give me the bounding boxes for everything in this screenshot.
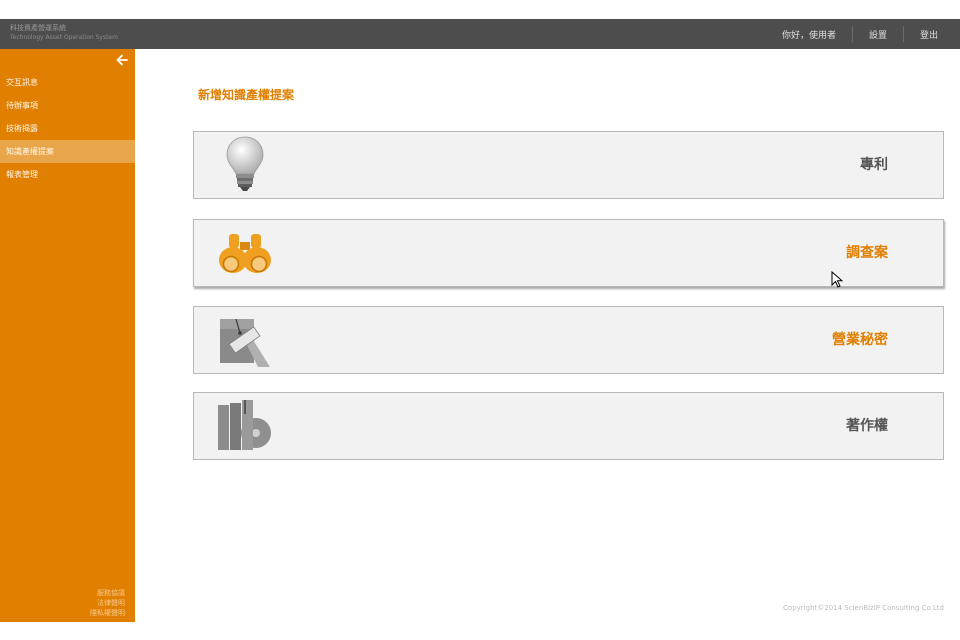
card-investigation-label: 調查案 <box>846 245 888 261</box>
nav-divider <box>851 26 853 42</box>
settings-link[interactable]: 設置 <box>869 28 887 41</box>
card-copyright[interactable]: 著作權 <box>193 392 944 460</box>
legal-notice-link[interactable]: 法律聲明 <box>90 598 125 608</box>
copyright-text: Copyright©2014 ScienBizIP Consulting Co.… <box>783 604 944 612</box>
card-copyright-label: 著作權 <box>846 418 888 434</box>
sidebar-item-ip-proposal[interactable]: 知識產權提案 <box>0 140 135 163</box>
user-greeting[interactable]: 你好，使用者 <box>782 28 836 41</box>
privacy-notice-link[interactable]: 隱私權聲明 <box>90 608 125 618</box>
confidential-folder-icon <box>220 318 270 367</box>
logout-link[interactable]: 登出 <box>920 28 938 41</box>
nav-divider <box>902 26 904 42</box>
books-disc-icon <box>218 400 271 450</box>
sidebar-item-todo[interactable]: 待辦事項 <box>0 94 135 117</box>
system-name-zh: 科技資產營運系統 <box>10 24 66 32</box>
card-trade-secret-label: 營業秘密 <box>832 332 888 348</box>
sidebar-item-reports[interactable]: 報表管理 <box>0 163 135 186</box>
system-name-en: Technology Asset Operation System <box>10 34 118 41</box>
card-patent-label: 專利 <box>860 157 888 173</box>
binoculars-icon <box>219 234 271 273</box>
service-agreement-link[interactable]: 服務協議 <box>90 588 125 598</box>
card-patent[interactable]: 專利 <box>193 131 944 199</box>
top-bar: 科技資產營運系統 Technology Asset Operation Syst… <box>0 19 960 49</box>
sidebar-footer: 服務協議 法律聲明 隱私權聲明 <box>90 588 125 618</box>
page-title: 新增知識產權提案 <box>198 88 295 102</box>
mouse-cursor-icon <box>831 271 843 288</box>
top-margin <box>0 0 960 19</box>
sidebar: 交互訊息 待辦事項 技術揭露 知識產權提案 報表管理 服務協議 法律聲明 隱私權… <box>0 49 135 622</box>
main-content: 新增知識產權提案 專利 調查案 營業秘密 著作權 Copyright©2014 … <box>135 49 960 622</box>
sidebar-item-tech-disclosure[interactable]: 技術揭露 <box>0 117 135 140</box>
sidebar-menu: 交互訊息 待辦事項 技術揭露 知識產權提案 報表管理 <box>0 71 135 186</box>
brand-logo: 科技資產營運系統 Technology Asset Operation Syst… <box>10 24 118 42</box>
card-trade-secret[interactable]: 營業秘密 <box>193 306 944 374</box>
arrow-left-icon[interactable] <box>115 53 129 67</box>
top-nav: 你好，使用者 設置 登出 <box>782 19 938 49</box>
lightbulb-icon <box>226 136 264 191</box>
sidebar-item-messages[interactable]: 交互訊息 <box>0 71 135 94</box>
